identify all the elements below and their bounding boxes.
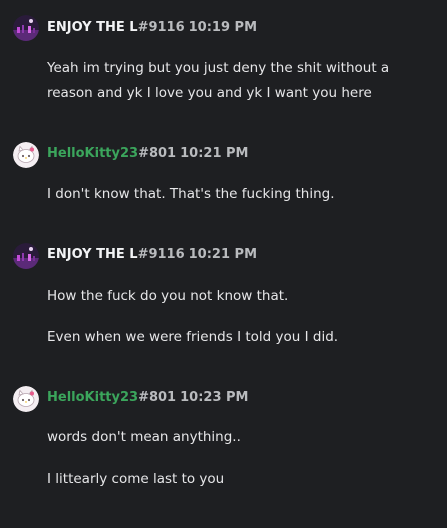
message-header: HelloKitty23#801 10:21 PM	[47, 144, 248, 164]
discriminator: #9116	[137, 247, 185, 262]
message-text: I don't know that. That's the fucking th…	[47, 186, 335, 202]
username[interactable]: HelloKitty23	[47, 390, 138, 405]
dark-purple-avatar-icon[interactable]	[13, 15, 39, 41]
discriminator: #801	[138, 146, 177, 161]
timestamp: 10:21 PM	[188, 247, 258, 262]
message-header: ENJOY THE L#9116 10:19 PM	[47, 18, 257, 38]
message-text: Even when we were friends I told you I d…	[47, 329, 339, 345]
timestamp: 10:23 PM	[180, 390, 249, 405]
username[interactable]: ENJOY THE L	[47, 20, 138, 35]
username[interactable]: HelloKitty23	[47, 146, 138, 161]
username[interactable]: ENJOY THE L	[47, 247, 138, 262]
discriminator: #9116	[137, 20, 185, 35]
message-text: I littearly come last to you	[47, 471, 225, 487]
discriminator: #801	[138, 390, 177, 405]
timestamp: 10:21 PM	[180, 146, 249, 161]
message-text: How the fuck do you not know that.	[47, 288, 289, 304]
hello-kitty-avatar-icon[interactable]	[13, 386, 39, 412]
message-text: words don't mean anything..	[47, 429, 241, 445]
message-header: HelloKitty23#801 10:23 PM	[47, 388, 248, 408]
message-header: ENJOY THE L#9116 10:21 PM	[47, 245, 257, 265]
message-text: Yeah im trying but you just deny the shi…	[47, 60, 390, 101]
hello-kitty-avatar-icon[interactable]	[13, 142, 39, 168]
dark-purple-avatar-icon[interactable]	[13, 243, 39, 269]
timestamp: 10:19 PM	[188, 20, 258, 35]
